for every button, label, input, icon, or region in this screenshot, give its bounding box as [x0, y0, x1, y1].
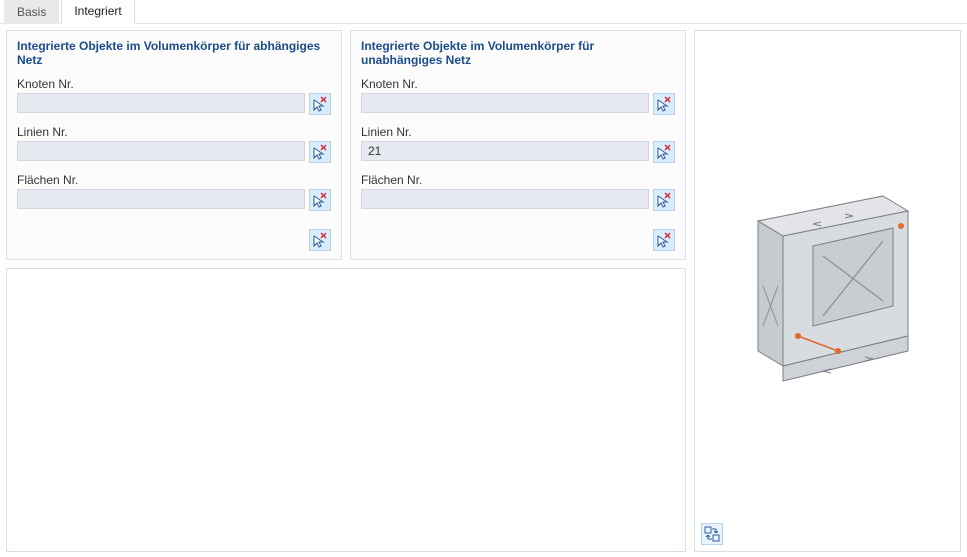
pick-flaechen-dep-button[interactable]: [309, 189, 331, 211]
pick-cursor-icon: [312, 192, 328, 208]
tab-integriert[interactable]: Integriert: [61, 0, 134, 24]
pick-all-dep-button[interactable]: [309, 229, 331, 251]
pick-cursor-icon: [656, 192, 672, 208]
input-knoten-indep[interactable]: [361, 93, 649, 113]
panel-dependent-mesh: Integrierte Objekte im Volumenkörper für…: [6, 30, 342, 260]
swap-view-button[interactable]: [701, 523, 723, 545]
pick-flaechen-indep-button[interactable]: [653, 189, 675, 211]
label-flaechen-dep: Flächen Nr.: [17, 173, 331, 187]
pick-linien-dep-button[interactable]: [309, 141, 331, 163]
label-knoten-indep: Knoten Nr.: [361, 77, 675, 91]
tab-basis[interactable]: Basis: [4, 0, 59, 24]
pick-cursor-icon: [656, 232, 672, 248]
input-linien-dep[interactable]: [17, 141, 305, 161]
label-flaechen-indep: Flächen Nr.: [361, 173, 675, 187]
pick-cursor-icon: [312, 144, 328, 160]
panel-independent-mesh: Integrierte Objekte im Volumenkörper für…: [350, 30, 686, 260]
swap-icon: [704, 526, 720, 542]
details-panel: [6, 268, 686, 552]
panel-independent-title: Integrierte Objekte im Volumenkörper für…: [361, 39, 675, 67]
pick-cursor-icon: [312, 96, 328, 112]
label-linien-indep: Linien Nr.: [361, 125, 675, 139]
pick-linien-indep-button[interactable]: [653, 141, 675, 163]
panel-dependent-title: Integrierte Objekte im Volumenkörper für…: [17, 39, 331, 67]
label-linien-dep: Linien Nr.: [17, 125, 331, 139]
pick-cursor-icon: [656, 144, 672, 160]
input-flaechen-dep[interactable]: [17, 189, 305, 209]
tab-strip: Basis Integriert: [0, 0, 967, 24]
input-linien-indep[interactable]: [361, 141, 649, 161]
pick-knoten-dep-button[interactable]: [309, 93, 331, 115]
pick-cursor-icon: [656, 96, 672, 112]
pick-all-indep-button[interactable]: [653, 229, 675, 251]
preview-panel: [694, 30, 961, 552]
input-flaechen-indep[interactable]: [361, 189, 649, 209]
pick-knoten-indep-button[interactable]: [653, 93, 675, 115]
input-knoten-dep[interactable]: [17, 93, 305, 113]
label-knoten-dep: Knoten Nr.: [17, 77, 331, 91]
solid-preview-illustration: [713, 176, 943, 406]
pick-cursor-icon: [312, 232, 328, 248]
